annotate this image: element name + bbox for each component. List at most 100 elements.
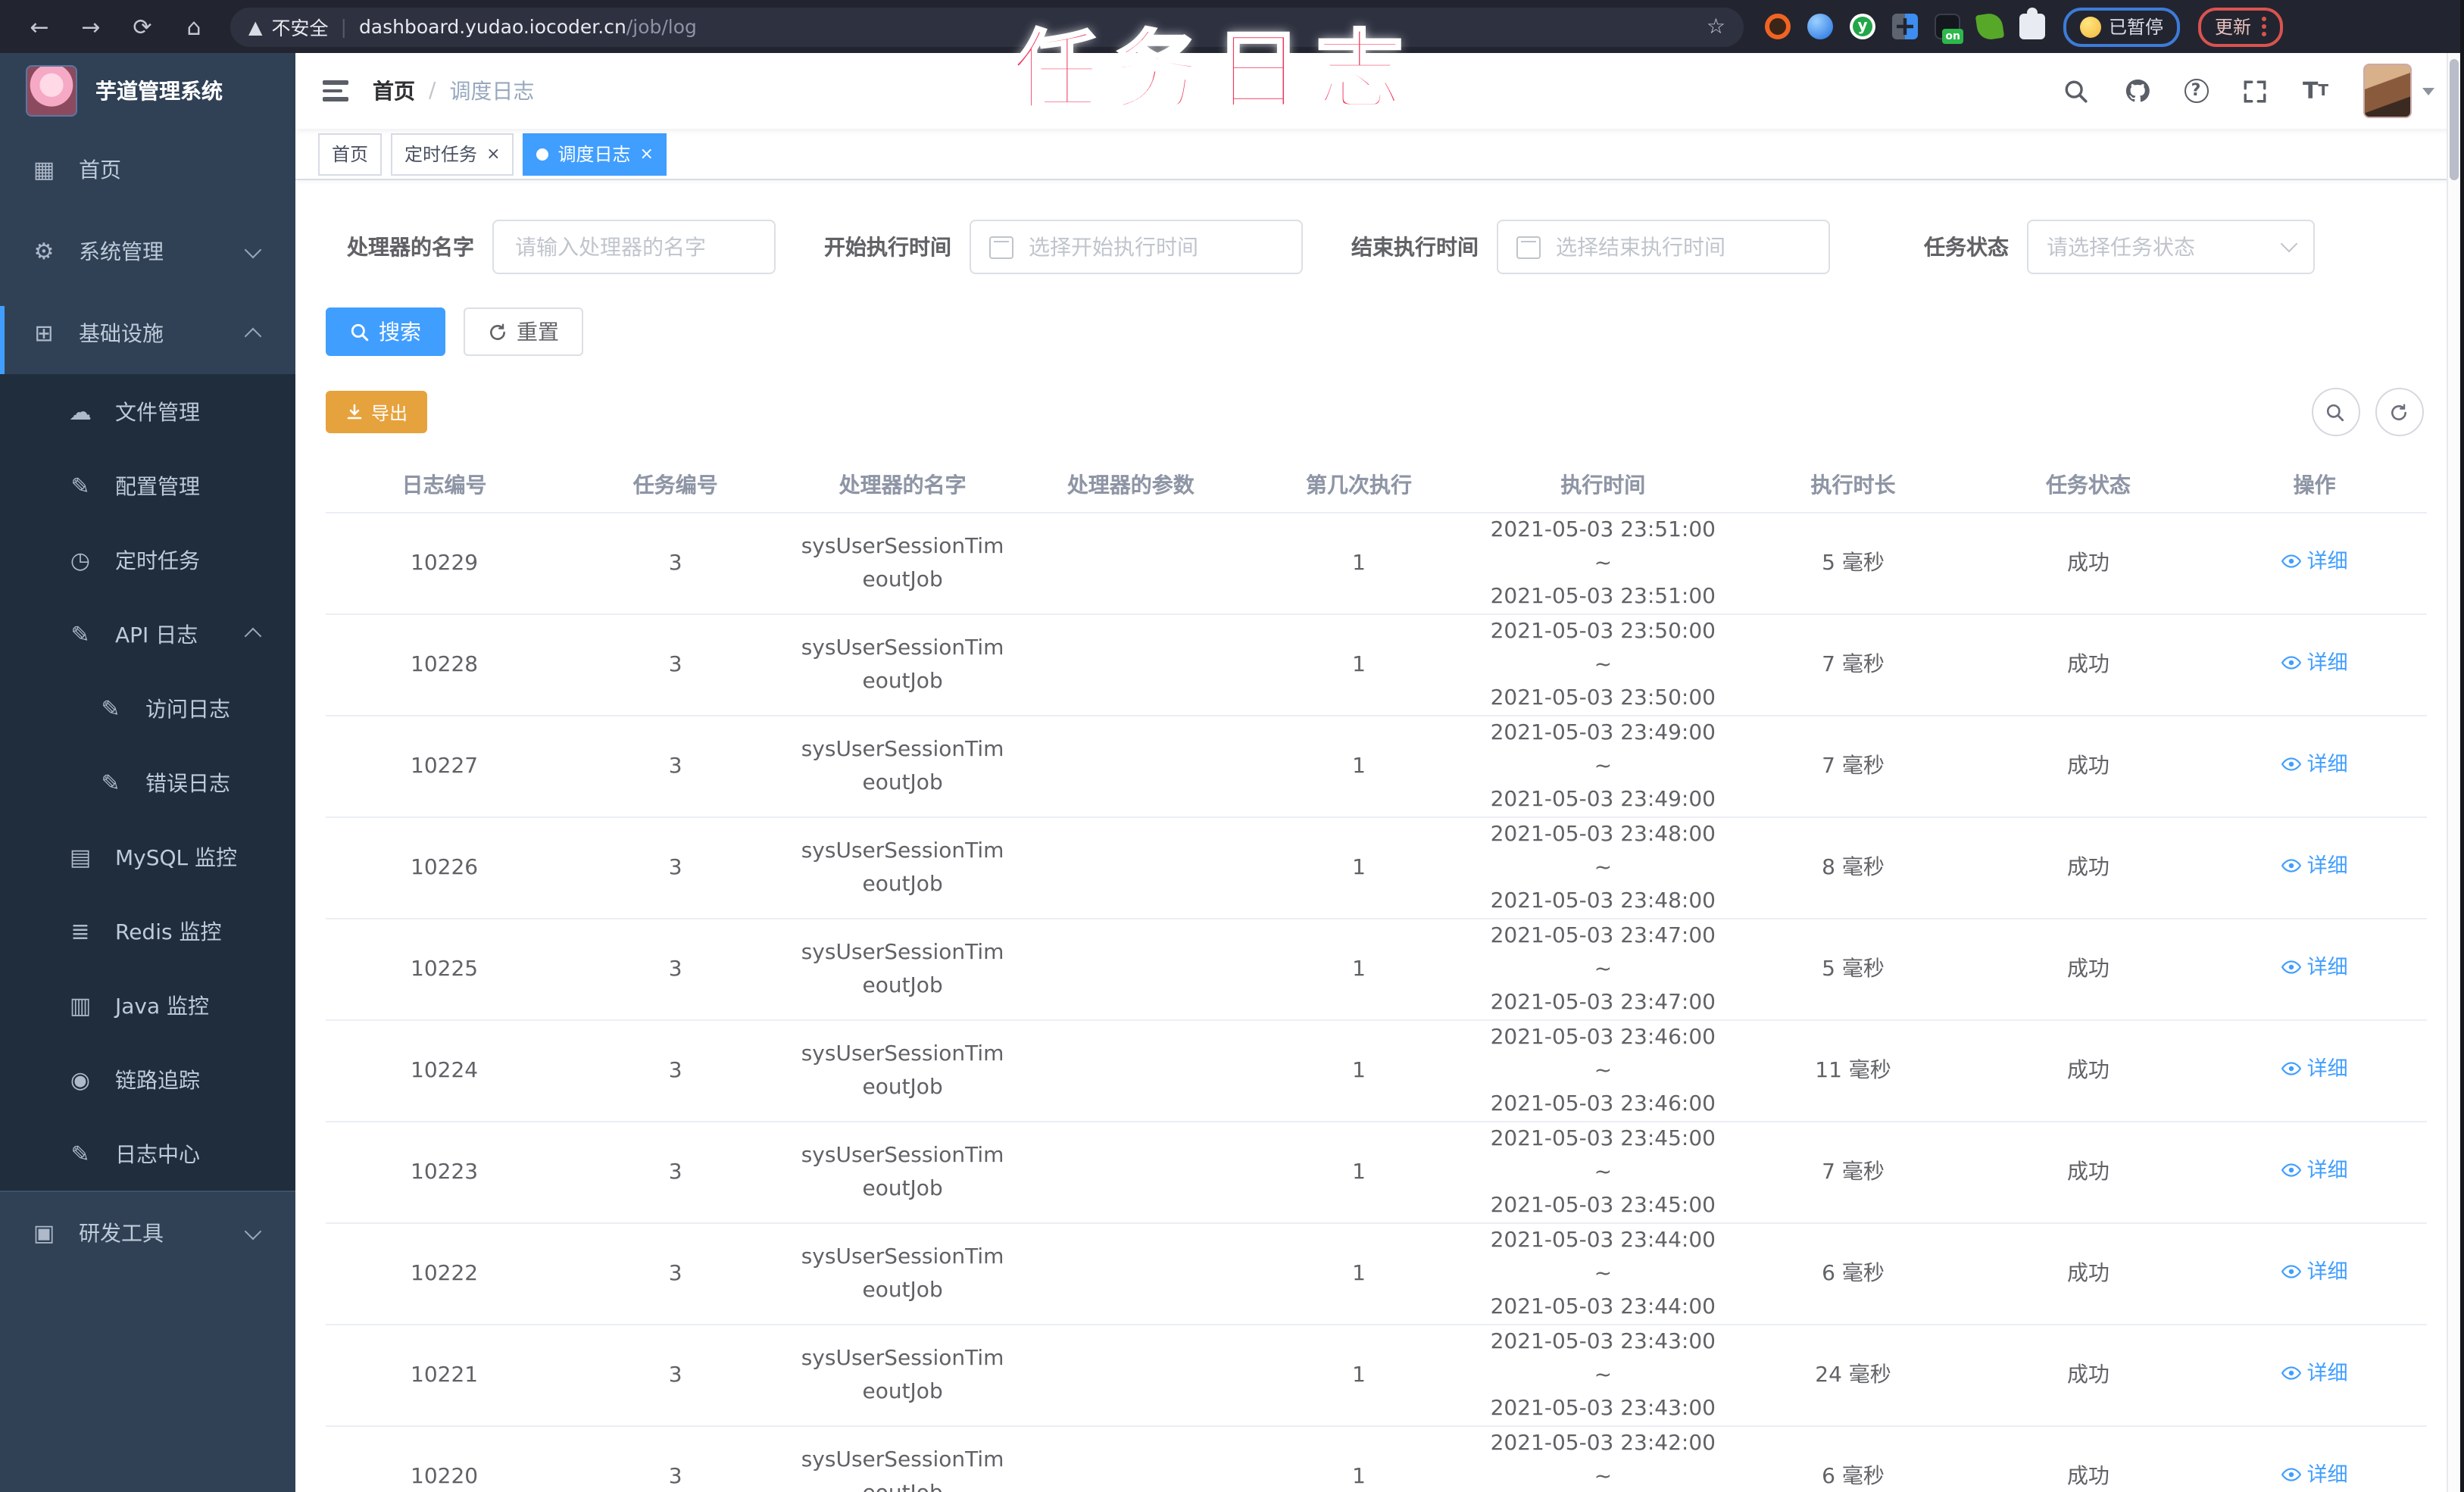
cell-duration: 8 毫秒 — [1732, 817, 1974, 919]
table-row: 10228 3 sysUserSessionTimeoutJob 1 2021-05-0… — [326, 614, 2426, 716]
detail-link[interactable]: 详细 — [2281, 748, 2348, 782]
tag-home[interactable]: 首页 — [318, 133, 383, 175]
job-status-label: 任务状态 — [1924, 236, 2009, 261]
browser-reload-icon[interactable]: ⟳ — [127, 13, 158, 40]
sidebar-item-java[interactable]: ▥ Java 监控 — [0, 968, 295, 1042]
job-log-table: 日志编号 任务编号 处理器的名字 处理器的参数 第几次执行 执行时间 执行时长 任务状态 操作 … — [326, 457, 2426, 1492]
detail-link[interactable]: 详细 — [2281, 1154, 2348, 1188]
extension-icon-green-y[interactable]: y — [1850, 14, 1875, 39]
sidebar-item-home[interactable]: ▦ 首页 — [0, 129, 295, 211]
cell-action: 详细 — [2203, 614, 2426, 716]
handler-name-input-field[interactable] — [512, 233, 756, 261]
sidebar-item-access-log[interactable]: ✎ 访问日志 — [0, 671, 295, 745]
sidebar-item-log-center[interactable]: ✎ 日志中心 — [0, 1116, 295, 1191]
detail-link[interactable]: 详细 — [2281, 1357, 2348, 1391]
begin-time-picker[interactable] — [970, 220, 1303, 274]
table-row: 10229 3 sysUserSessionTimeoutJob 1 2021-05-0… — [326, 513, 2426, 615]
column-header: 任务状态 — [1973, 457, 2203, 513]
sidebar-item-file[interactable]: ☁ 文件管理 — [0, 374, 295, 448]
cell-job-id: 3 — [563, 513, 789, 615]
cell-log-id: 10228 — [326, 614, 564, 716]
browser-menu-icon[interactable] — [2262, 17, 2267, 36]
close-icon[interactable]: × — [640, 145, 654, 162]
detail-link[interactable]: 详细 — [2281, 1459, 2348, 1492]
help-icon[interactable]: ? — [2184, 79, 2208, 103]
emoji-face-icon — [2080, 16, 2101, 37]
tag-timed-task[interactable]: 定时任务 × — [391, 133, 514, 175]
sidebar-item-trace[interactable]: ◉ 链路追踪 — [0, 1042, 295, 1116]
cell-duration: 7 毫秒 — [1732, 614, 1974, 716]
cell-exec-time: 2021-05-03 23:44:00 ~2021-05-03 23:44:00 — [1473, 1223, 1733, 1325]
extension-icon-on-badge[interactable]: on — [1935, 14, 1963, 44]
scrollbar-thumb[interactable] — [2449, 59, 2458, 180]
app-logo — [26, 65, 77, 117]
job-status-select[interactable]: 请选择任务状态 — [2027, 220, 2315, 274]
extension-icon-blue-bulb[interactable] — [1807, 14, 1833, 39]
table-row: 10223 3 sysUserSessionTimeoutJob 1 2021-05-0… — [326, 1122, 2426, 1224]
search-button[interactable]: 搜索 — [326, 307, 445, 356]
browser-back-icon[interactable]: ← — [24, 13, 55, 40]
page-scrollbar[interactable] — [2446, 53, 2459, 1492]
end-time-picker[interactable] — [1497, 220, 1830, 274]
detail-link[interactable]: 详细 — [2281, 850, 2348, 883]
column-header: 处理器的参数 — [1017, 457, 1244, 513]
cell-duration: 11 毫秒 — [1732, 1020, 1974, 1122]
sidebar-item-dev-tools[interactable]: ▣ 研发工具 — [0, 1192, 295, 1274]
extensions-row: y on — [1765, 8, 2045, 44]
close-icon[interactable]: × — [486, 145, 500, 162]
handler-name-input[interactable] — [492, 220, 776, 274]
java-monitor-icon: ▥ — [69, 991, 92, 1019]
extension-icon-green-leaf[interactable] — [1975, 11, 2005, 42]
fullscreen-icon[interactable] — [2241, 77, 2269, 105]
begin-time-input-field[interactable] — [1026, 233, 1283, 261]
github-icon[interactable] — [2123, 77, 2150, 105]
cell-job-id: 3 — [563, 1020, 789, 1122]
cell-status: 成功 — [1973, 1020, 2203, 1122]
sidebar-item-config[interactable]: ✎ 配置管理 — [0, 448, 295, 523]
sidebar-item-job[interactable]: ◷ 定时任务 — [0, 523, 295, 597]
column-header: 处理器的名字 — [788, 457, 1017, 513]
cell-status: 成功 — [1973, 1426, 2203, 1492]
extensions-puzzle-icon[interactable] — [2019, 8, 2045, 39]
toggle-search-button[interactable] — [2311, 388, 2359, 436]
sidebar-item-system[interactable]: ⚙ 系统管理 — [0, 211, 295, 292]
hamburger-icon[interactable] — [323, 80, 348, 101]
detail-link[interactable]: 详细 — [2281, 545, 2348, 579]
browser-update-badge[interactable]: 更新 — [2198, 7, 2284, 46]
cell-status: 成功 — [1973, 1325, 2203, 1427]
sidebar-logo-row[interactable]: 芋道管理系统 — [0, 53, 295, 129]
detail-link[interactable]: 详细 — [2281, 647, 2348, 680]
sidebar-item-redis[interactable]: ≣ Redis 监控 — [0, 894, 295, 968]
sidebar-item-api-log[interactable]: ✎ API 日志 — [0, 597, 295, 671]
cell-times: 1 — [1244, 817, 1474, 919]
browser-home-icon[interactable]: ⌂ — [179, 13, 209, 40]
address-bar[interactable]: ▲ 不安全 | dashboard.yudao.iocoder.cn/job/l… — [230, 7, 1744, 46]
detail-link[interactable]: 详细 — [2281, 1256, 2348, 1289]
user-menu[interactable] — [2363, 64, 2434, 118]
extension-icon-orange-ring[interactable] — [1765, 14, 1791, 39]
sidebar-item-infra[interactable]: ⊞ 基础设施 — [0, 292, 295, 382]
sidebar-item-error-log[interactable]: ✎ 错误日志 — [0, 745, 295, 819]
refresh-button[interactable] — [2375, 388, 2423, 436]
bookmark-star-icon[interactable]: ☆ — [1707, 14, 1725, 39]
column-header: 日志编号 — [326, 457, 564, 513]
extension-icon-grid[interactable] — [1892, 14, 1918, 39]
detail-link[interactable]: 详细 — [2281, 1053, 2348, 1086]
paused-badge[interactable]: 已暂停 — [2063, 7, 2181, 46]
font-size-icon[interactable]: TT — [2302, 77, 2329, 105]
infrastructure-icon: ⊞ — [34, 320, 54, 347]
top-navbar: 首页 / 调度日志 ? TT — [295, 53, 2464, 129]
cell-param — [1017, 1020, 1244, 1122]
breadcrumb-home[interactable]: 首页 — [373, 76, 415, 106]
main-panel: 首页 / 调度日志 ? TT 首页 定时任务 × 调度日志 × 处理器的名字 请… — [295, 53, 2464, 1492]
header-search-icon[interactable] — [2063, 77, 2090, 105]
end-time-input-field[interactable] — [1553, 233, 1810, 261]
detail-link[interactable]: 详细 — [2281, 951, 2348, 985]
cell-handler: sysUserSessionTimeoutJob — [788, 1122, 1017, 1224]
export-button[interactable]: 导出 — [326, 391, 428, 433]
tag-schedule-log[interactable]: 调度日志 × — [523, 133, 667, 175]
browser-forward-icon[interactable]: → — [76, 13, 106, 40]
eye-icon — [2281, 1062, 2301, 1076]
sidebar-item-mysql[interactable]: ▤ MySQL 监控 — [0, 819, 295, 894]
reset-button[interactable]: 重置 — [464, 307, 583, 356]
